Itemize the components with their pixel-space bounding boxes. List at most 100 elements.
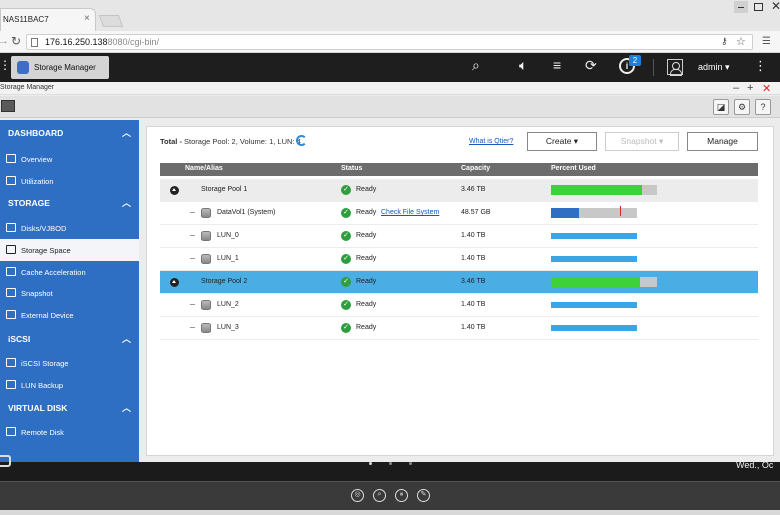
row-name: Storage Pool 1 <box>201 186 248 193</box>
desktop-page-dot[interactable] <box>369 462 372 465</box>
what-is-qtier-link[interactable]: What is Qtier? <box>469 138 513 145</box>
sidebar-item-external-device[interactable]: External Device <box>0 304 139 326</box>
storage-manager-window: Storage Manager – + ✕ ◪ ⚙ ? DASHBOARD ︿ … <box>0 82 780 462</box>
external-device-icon[interactable]: ⟳ <box>585 57 597 74</box>
key-icon[interactable]: ⚷ <box>721 36 728 47</box>
dock-support-icon[interactable]: ◎ <box>351 489 364 502</box>
sidebar-section-virtual-disk[interactable]: VIRTUAL DISK ︿ <box>0 395 139 421</box>
notification-badge: 2 <box>629 55 641 66</box>
collapse-arrow-icon[interactable] <box>170 278 179 287</box>
column-name-alias[interactable]: Name/Alias <box>185 165 223 172</box>
browser-menu-icon[interactable]: ☰ <box>762 36 771 47</box>
sidebar-section-iscsi[interactable]: iSCSI ︿ <box>0 326 139 352</box>
table-row[interactable]: DataVol1 (System) ✓ Ready Check File System… <box>160 202 758 225</box>
lun-backup-icon <box>6 380 16 389</box>
summary-label: Total - <box>160 137 185 146</box>
dock-pause-icon[interactable]: ⏸ <box>395 489 408 502</box>
table-row[interactable]: LUN_0 ✓ Ready 1.40 TB <box>160 225 758 248</box>
disks-icon <box>6 223 16 232</box>
create-button[interactable]: Create ▾ <box>527 132 597 151</box>
manage-button[interactable]: Manage <box>687 132 758 151</box>
row-name: LUN_0 <box>217 232 239 239</box>
snapshot-button[interactable]: Snapshot ▾ <box>605 132 679 151</box>
desktop-page-dot[interactable] <box>389 462 392 465</box>
dock-edit-icon[interactable]: ✎ <box>417 489 430 502</box>
sidebar-item-snapshot[interactable]: Snapshot <box>0 282 139 304</box>
home-icon[interactable] <box>1 100 15 112</box>
row-status: Ready <box>356 232 377 239</box>
forward-icon[interactable]: → <box>0 35 9 47</box>
sidebar-item-label: Disks/VJBOD <box>21 224 67 233</box>
sidebar-item-label: LUN Backup <box>21 381 64 390</box>
table-row[interactable]: LUN_2 ✓ Ready 1.40 TB <box>160 294 758 317</box>
desktop-page-dot[interactable] <box>409 462 412 465</box>
close-app-icon[interactable]: ✕ <box>762 82 771 95</box>
column-percent-used[interactable]: Percent Used <box>551 165 596 172</box>
collapse-arrow-icon[interactable] <box>170 186 179 195</box>
chevron-up-icon: ︿ <box>122 198 132 208</box>
volume-icon[interactable]: 🔈︎ <box>519 57 527 74</box>
sidebar-item-remote-disk[interactable]: Remote Disk <box>0 421 139 443</box>
user-avatar-icon[interactable] <box>667 59 683 76</box>
sidebar-item-iscsi-storage[interactable]: iSCSI Storage <box>0 352 139 374</box>
dock-search-icon[interactable]: ⌕ <box>373 489 386 502</box>
browser-tab[interactable]: NAS11BAC7 × <box>0 8 96 31</box>
maximize-window-icon[interactable]: + <box>747 82 753 94</box>
chevron-up-icon: ︿ <box>122 128 132 138</box>
desktop-clock: Wed., Oc <box>736 460 774 470</box>
sidebar-section-dashboard[interactable]: DASHBOARD ︿ <box>0 120 139 146</box>
usage-bar-fill <box>551 208 580 218</box>
overview-icon <box>6 154 16 163</box>
url-field[interactable]: 176.16.250.138 :8080/cgi-bin/ ⚷ ☆ <box>26 34 753 50</box>
settings-gear-icon[interactable]: ⚙ <box>734 99 750 115</box>
reload-icon[interactable]: ↻ <box>11 34 21 48</box>
table-row[interactable]: LUN_3 ✓ Ready 1.40 TB <box>160 317 758 340</box>
minimize-icon[interactable] <box>734 1 748 13</box>
row-status: Ready <box>356 324 377 331</box>
sidebar-item-cache-acceleration[interactable]: Cache Acceleration <box>0 261 139 283</box>
search-icon[interactable]: ⌕ <box>472 57 480 74</box>
table-header: Name/Alias Status Capacity Percent Used <box>160 163 758 176</box>
help-icon[interactable]: ? <box>755 99 771 115</box>
ready-check-icon: ✓ <box>341 231 351 241</box>
row-status: Ready <box>356 209 377 216</box>
row-status: Ready <box>356 278 377 285</box>
qtier-icon[interactable]: ◪ <box>713 99 729 115</box>
sidebar-item-storage-space[interactable]: Storage Space <box>0 239 139 261</box>
close-tab-icon[interactable]: × <box>84 13 90 24</box>
new-tab-button[interactable] <box>98 15 124 27</box>
sidebar-item-utilization[interactable]: Utilization <box>0 170 139 192</box>
column-status[interactable]: Status <box>341 165 362 172</box>
table-row[interactable]: Storage Pool 2 ✓ Ready 3.46 TB <box>160 271 758 294</box>
close-window-icon[interactable]: ✕ <box>771 0 780 13</box>
storage-manager-taskbar-tab[interactable]: Storage Manager <box>11 56 109 79</box>
sidebar-section-storage[interactable]: STORAGE ︿ <box>0 190 139 216</box>
window-toolbar: ◪ ⚙ ? <box>0 96 780 118</box>
table-row[interactable]: Storage Pool 1 ✓ Ready 3.46 TB <box>160 179 758 202</box>
usage-bar <box>551 233 637 239</box>
more-options-icon[interactable]: ⋮ <box>754 58 767 74</box>
sidebar-item-label: Overview <box>21 155 53 164</box>
table-row[interactable]: LUN_1 ✓ Ready 1.40 TB <box>160 248 758 271</box>
window-titlebar: Storage Manager – + ✕ <box>0 82 780 95</box>
sidebar-item-label: Cache Acceleration <box>21 268 86 277</box>
desktop-shortcut-icon[interactable] <box>0 455 11 467</box>
lun-icon <box>201 300 211 310</box>
maximize-icon[interactable] <box>754 3 763 11</box>
refresh-icon[interactable] <box>296 135 307 146</box>
sidebar-item-disks-vjbod[interactable]: Disks/VJBOD <box>0 217 139 239</box>
usage-bar <box>551 206 637 218</box>
minimize-window-icon[interactable]: – <box>733 82 739 94</box>
bookmark-star-icon[interactable]: ☆ <box>736 35 746 48</box>
background-tasks-icon[interactable]: ≡ <box>553 57 561 73</box>
user-menu[interactable]: admin ▾ <box>698 62 730 73</box>
main-menu-icon[interactable]: ⋮ <box>0 58 11 72</box>
row-capacity: 1.40 TB <box>461 232 486 239</box>
sidebar-item-lun-backup[interactable]: LUN Backup <box>0 374 139 396</box>
ready-check-icon: ✓ <box>341 254 351 264</box>
sidebar-item-overview[interactable]: Overview <box>0 148 139 170</box>
check-file-system-link[interactable]: Check File System <box>381 209 439 216</box>
utilization-icon <box>6 176 16 185</box>
usage-bar <box>551 302 637 308</box>
column-capacity[interactable]: Capacity <box>461 165 490 172</box>
